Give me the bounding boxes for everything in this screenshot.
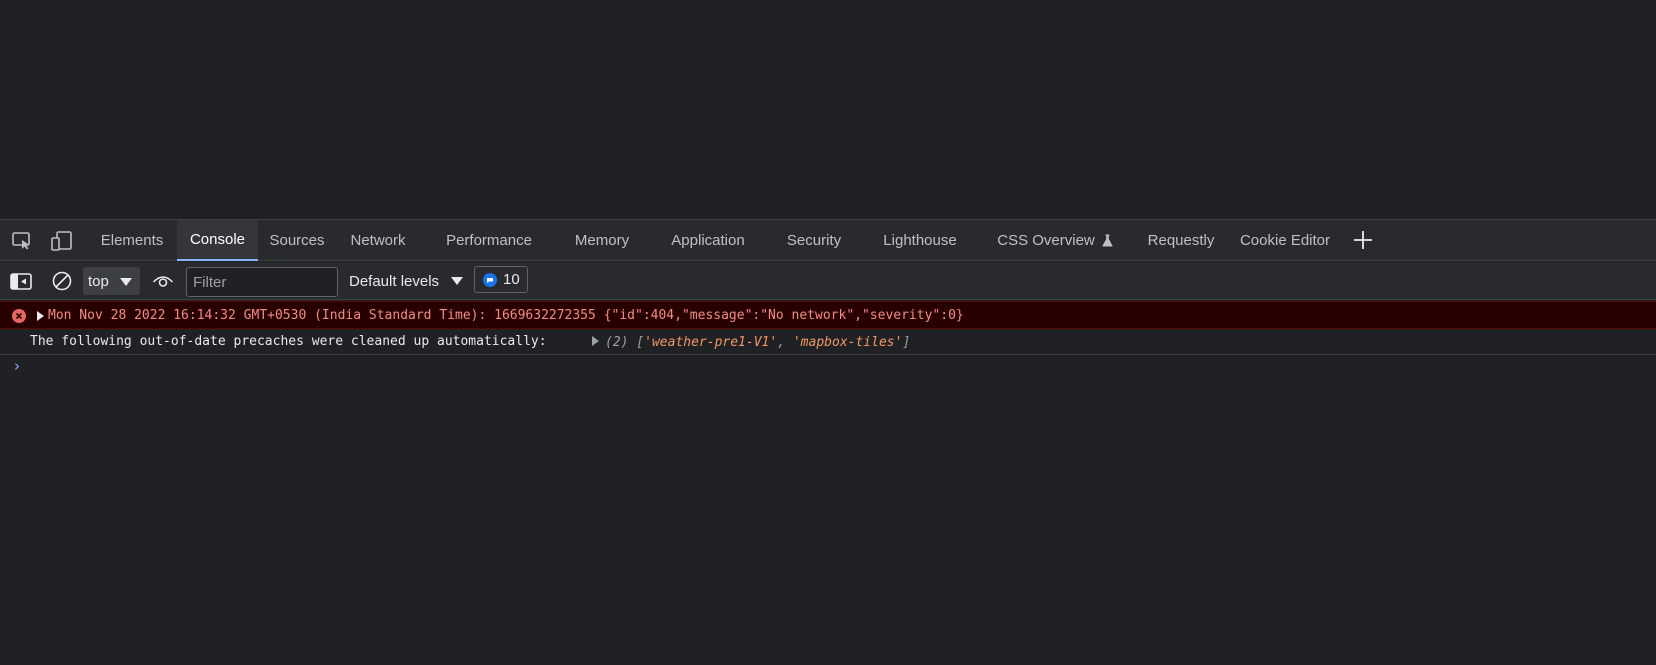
tab-css-overview-label: CSS Overview xyxy=(997,232,1095,249)
issues-count: 10 xyxy=(503,271,520,288)
tab-console[interactable]: Console xyxy=(177,220,258,261)
inspected-page-area xyxy=(0,0,1656,219)
tab-application[interactable]: Application xyxy=(664,220,752,261)
show-sidebar-icon[interactable] xyxy=(10,270,32,292)
issues-counter-button[interactable]: 10 xyxy=(474,266,528,293)
tab-security[interactable]: Security xyxy=(780,220,848,261)
tab-network[interactable]: Network xyxy=(342,220,414,261)
experiment-flask-icon xyxy=(1102,234,1113,247)
log-array-preview[interactable]: (2) ['weather-pre1-V1', 'mapbox-tiles'] xyxy=(592,335,910,350)
clear-console-icon[interactable] xyxy=(51,270,73,292)
console-log-message: The following out-of-date precaches were… xyxy=(0,329,1656,355)
more-tabs-plus-icon[interactable] xyxy=(1352,229,1374,251)
filter-input[interactable] xyxy=(186,267,338,297)
console-error-message[interactable]: Mon Nov 28 2022 16:14:32 GMT+0530 (India… xyxy=(0,301,1656,329)
issue-message-icon xyxy=(483,272,497,287)
tab-cookie-editor[interactable]: Cookie Editor xyxy=(1238,220,1332,261)
array-suffix: ] xyxy=(902,335,911,350)
log-levels-label: Default levels xyxy=(349,272,440,290)
array-item: 'mapbox-tiles' xyxy=(792,335,903,350)
tab-memory[interactable]: Memory xyxy=(567,220,637,261)
inspect-element-icon[interactable] xyxy=(11,230,33,252)
tab-sources[interactable]: Sources xyxy=(262,220,332,261)
device-toolbar-icon[interactable] xyxy=(51,230,73,252)
tab-performance[interactable]: Performance xyxy=(439,220,539,261)
array-item: 'weather-pre1-V1' xyxy=(644,335,778,350)
error-message-text: Mon Nov 28 2022 16:14:32 GMT+0530 (India… xyxy=(48,308,964,323)
log-levels-dropdown[interactable]: Default levels xyxy=(349,267,464,295)
live-expression-eye-icon[interactable] xyxy=(152,270,174,292)
array-separator: , xyxy=(777,335,793,350)
chevron-down-icon xyxy=(120,278,132,286)
tab-requestly[interactable]: Requestly xyxy=(1145,220,1217,261)
console-messages: Mon Nov 28 2022 16:14:32 GMT+0530 (India… xyxy=(0,301,1656,379)
error-icon xyxy=(12,309,26,323)
console-toolbar: top Default levels 10 xyxy=(0,262,1656,300)
expand-triangle-icon[interactable] xyxy=(37,311,44,321)
execution-context-select[interactable]: top xyxy=(83,267,140,295)
devtools-panel: Elements Console Sources Network Perform… xyxy=(0,219,1656,665)
chevron-down-icon xyxy=(451,277,464,285)
log-message-text: The following out-of-date precaches were… xyxy=(30,334,547,349)
execution-context-value: top xyxy=(88,272,109,290)
expand-triangle-icon[interactable] xyxy=(592,336,599,346)
prompt-chevron-icon: › xyxy=(14,357,20,375)
tab-css-overview[interactable]: CSS Overview xyxy=(994,220,1116,261)
console-prompt[interactable]: › xyxy=(0,355,1656,379)
tab-elements[interactable]: Elements xyxy=(92,220,172,261)
tab-lighthouse[interactable]: Lighthouse xyxy=(875,220,965,261)
devtools-tab-bar: Elements Console Sources Network Perform… xyxy=(0,220,1656,261)
array-prefix: (2) [ xyxy=(605,335,645,350)
